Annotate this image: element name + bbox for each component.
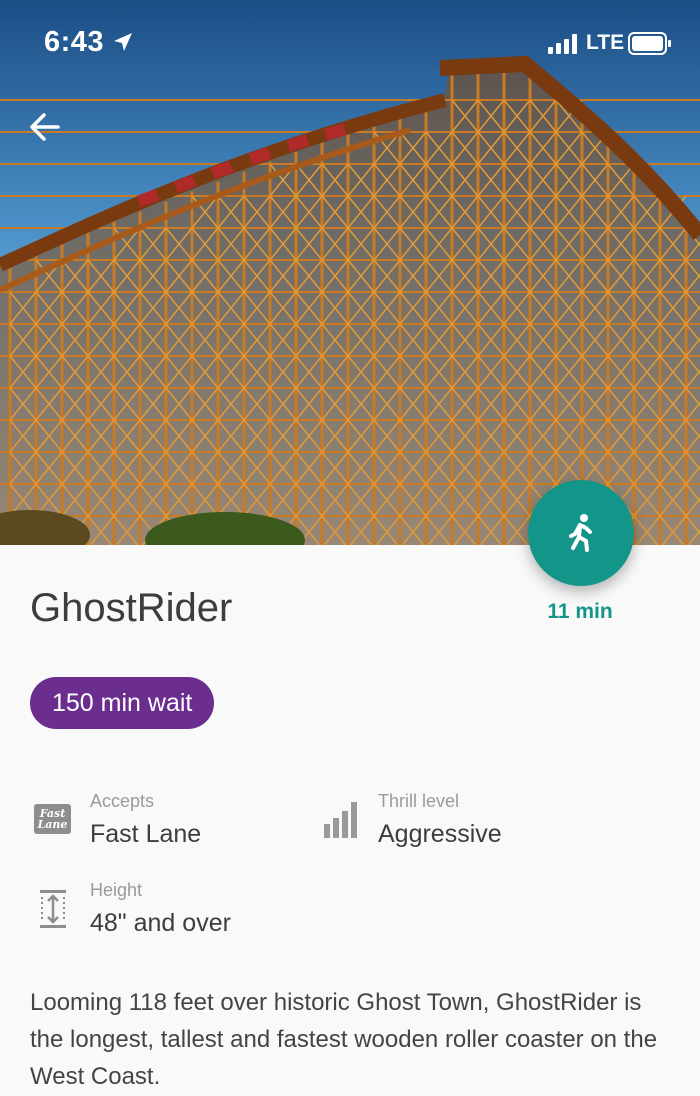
location-arrow-icon (114, 33, 132, 51)
walk-time: 11 min (547, 600, 613, 623)
network-type: LTE (586, 31, 625, 54)
height-label: Height (90, 880, 143, 900)
arrow-back-icon[interactable] (24, 106, 66, 148)
fast-lane-icon: Fast Lane (34, 804, 71, 834)
thrill-label: Thrill level (378, 791, 460, 811)
thrill-bars-icon (324, 802, 357, 838)
wait-time-badge: 150 min wait (30, 677, 215, 729)
height-value: 48" and over (90, 909, 231, 937)
walking-person-icon (569, 514, 592, 552)
battery-icon (628, 32, 671, 55)
height-ruler-icon (40, 890, 66, 928)
accepts-label: Accepts (90, 791, 155, 811)
status-bar: 6:43 LTE (0, 0, 700, 88)
fast-lane-icon-text-bottom: Lane (37, 818, 68, 831)
status-time: 6:43 (44, 26, 105, 58)
directions-button[interactable] (528, 480, 634, 586)
accepts-value: Fast Lane (90, 820, 202, 848)
signal-bars-icon (548, 34, 577, 54)
ride-title: GhostRider (30, 586, 233, 630)
thrill-value: Aggressive (378, 820, 502, 848)
ride-description: Looming 118 feet over historic Ghost Tow… (30, 989, 658, 1090)
